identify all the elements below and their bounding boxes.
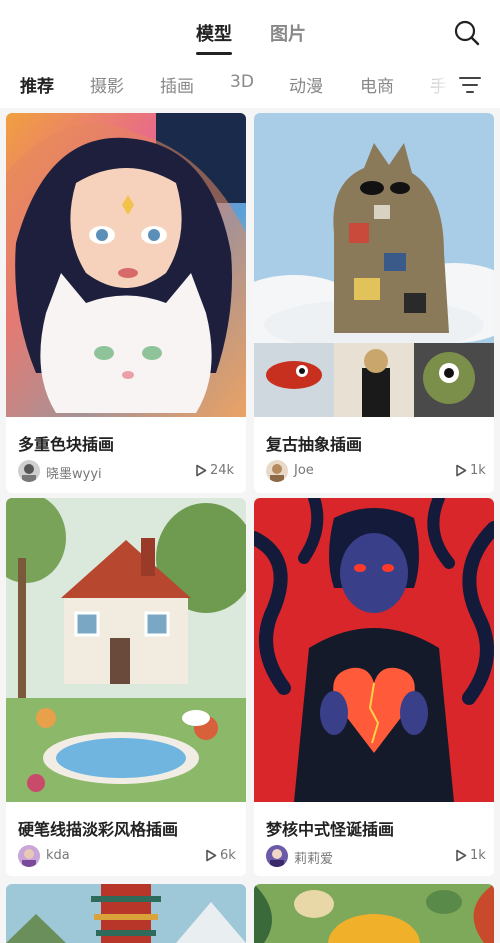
avatar[interactable] bbox=[266, 845, 288, 867]
category-fade bbox=[410, 62, 500, 108]
author-name: 莉莉爱 bbox=[294, 852, 334, 867]
author-name: kda bbox=[46, 848, 70, 863]
view-count: 24k bbox=[210, 463, 235, 478]
model-card[interactable] bbox=[254, 884, 494, 943]
category-bar: 推荐 摄影 插画 3D 动漫 电商 手 bbox=[0, 62, 500, 108]
tab-image[interactable]: 图片 bbox=[270, 20, 306, 46]
category-ecommerce[interactable]: 电商 bbox=[360, 72, 394, 97]
model-card[interactable]: 复古抽象插画 Joe 1k bbox=[254, 113, 494, 493]
play-icon bbox=[206, 849, 217, 862]
card-image bbox=[6, 498, 246, 802]
view-count: 6k bbox=[220, 848, 236, 863]
view-count: 1k bbox=[470, 463, 486, 478]
category-anime[interactable]: 动漫 bbox=[289, 72, 323, 97]
play-icon bbox=[196, 464, 207, 477]
model-card[interactable] bbox=[6, 884, 246, 943]
card-title: 复古抽象插画 bbox=[266, 435, 363, 454]
author-name: 晓墨wyyi bbox=[46, 467, 102, 482]
search-icon bbox=[454, 20, 480, 46]
card-image bbox=[254, 113, 494, 417]
filter-icon bbox=[459, 77, 481, 93]
filter-button[interactable] bbox=[458, 74, 482, 96]
avatar[interactable] bbox=[266, 460, 288, 482]
model-card[interactable]: 梦核中式怪诞插画 莉莉爱 1k bbox=[254, 498, 494, 876]
model-card[interactable]: 多重色块插画 晓墨wyyi 24k bbox=[6, 113, 246, 493]
card-title: 多重色块插画 bbox=[18, 435, 115, 454]
card-image bbox=[6, 113, 246, 417]
card-title: 硬笔线描淡彩风格插画 bbox=[18, 820, 179, 839]
view-count: 1k bbox=[470, 848, 486, 863]
avatar[interactable] bbox=[18, 845, 40, 867]
play-icon bbox=[456, 849, 467, 862]
play-icon bbox=[456, 464, 467, 477]
category-3d[interactable]: 3D bbox=[230, 72, 254, 92]
category-photography[interactable]: 摄影 bbox=[90, 72, 124, 97]
tab-model[interactable]: 模型 bbox=[196, 20, 232, 55]
card-image bbox=[254, 884, 494, 943]
top-bar: 模型 图片 bbox=[0, 0, 500, 62]
model-card[interactable]: 硬笔线描淡彩风格插画 kda 6k bbox=[6, 498, 246, 876]
author-name: Joe bbox=[294, 463, 314, 478]
card-image bbox=[254, 498, 494, 802]
avatar[interactable] bbox=[18, 460, 40, 482]
card-title: 梦核中式怪诞插画 bbox=[266, 820, 395, 839]
card-image bbox=[6, 884, 246, 943]
search-button[interactable] bbox=[452, 18, 482, 48]
category-illustration[interactable]: 插画 bbox=[160, 72, 194, 97]
category-recommend[interactable]: 推荐 bbox=[20, 72, 54, 97]
